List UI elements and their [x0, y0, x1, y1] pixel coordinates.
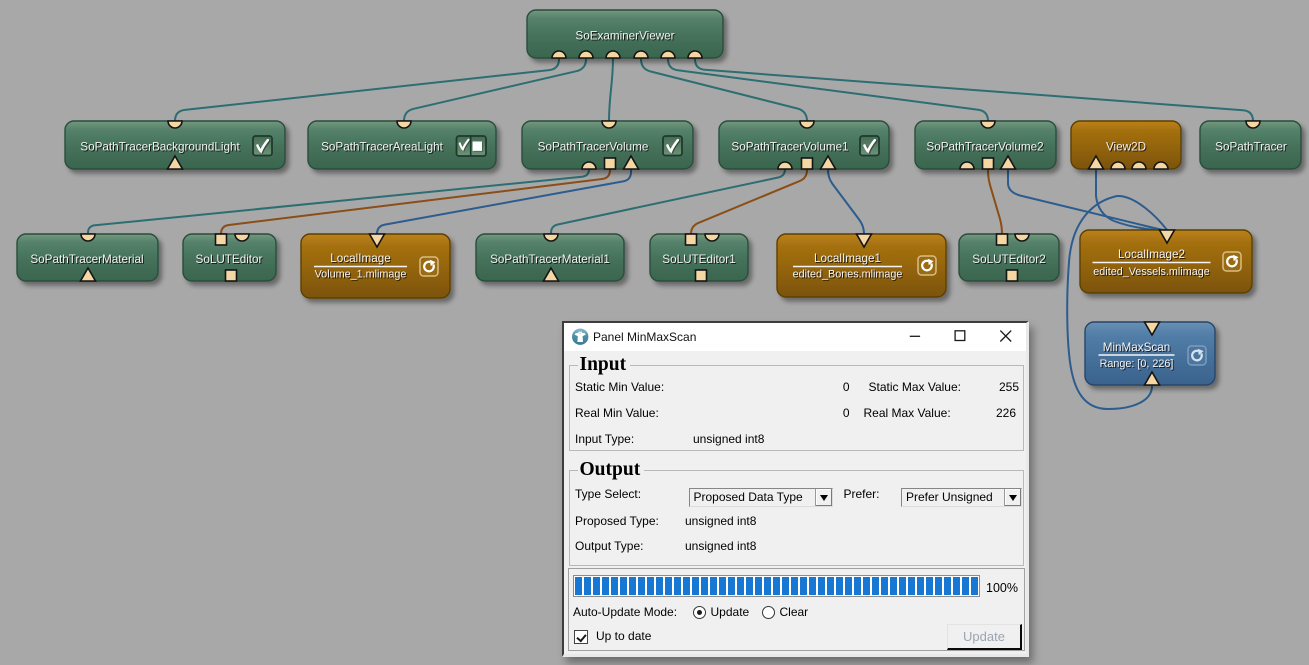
svg-text:SoLUTEditor1: SoLUTEditor1: [662, 253, 735, 266]
svg-text:Range: [0, 226]: Range: [0, 226]: [1100, 358, 1174, 370]
svg-text:SoPathTracerBackgroundLight: SoPathTracerBackgroundLight: [80, 141, 240, 154]
svg-text:SoPathTracerAreaLight: SoPathTracerAreaLight: [321, 141, 443, 154]
svg-text:SoExaminerViewer: SoExaminerViewer: [575, 30, 674, 43]
svg-text:MinMaxScan: MinMaxScan: [1103, 341, 1171, 354]
svg-text:SoLUTEditor: SoLUTEditor: [196, 253, 263, 266]
svg-text:LocalImage1: LocalImage1: [814, 252, 881, 265]
svg-text:SoPathTracer: SoPathTracer: [1215, 141, 1287, 154]
svg-text:LocalImage: LocalImage: [330, 252, 390, 265]
svg-text:SoPathTracerMaterial: SoPathTracerMaterial: [30, 253, 143, 266]
svg-text:Volume_1.mlimage: Volume_1.mlimage: [315, 269, 407, 281]
svg-text:SoPathTracerVolume: SoPathTracerVolume: [538, 141, 649, 154]
svg-text:LocalImage2: LocalImage2: [1118, 248, 1185, 261]
svg-text:SoPathTracerVolume2: SoPathTracerVolume2: [926, 141, 1043, 154]
svg-text:SoLUTEditor2: SoLUTEditor2: [972, 253, 1045, 266]
svg-text:SoPathTracerVolume1: SoPathTracerVolume1: [731, 141, 848, 154]
svg-text:View2D: View2D: [1106, 141, 1146, 154]
svg-text:edited_Vessels.mlimage: edited_Vessels.mlimage: [1093, 266, 1209, 278]
svg-text:SoPathTracerMaterial1: SoPathTracerMaterial1: [490, 253, 610, 266]
svg-text:edited_Bones.mlimage: edited_Bones.mlimage: [793, 269, 903, 281]
